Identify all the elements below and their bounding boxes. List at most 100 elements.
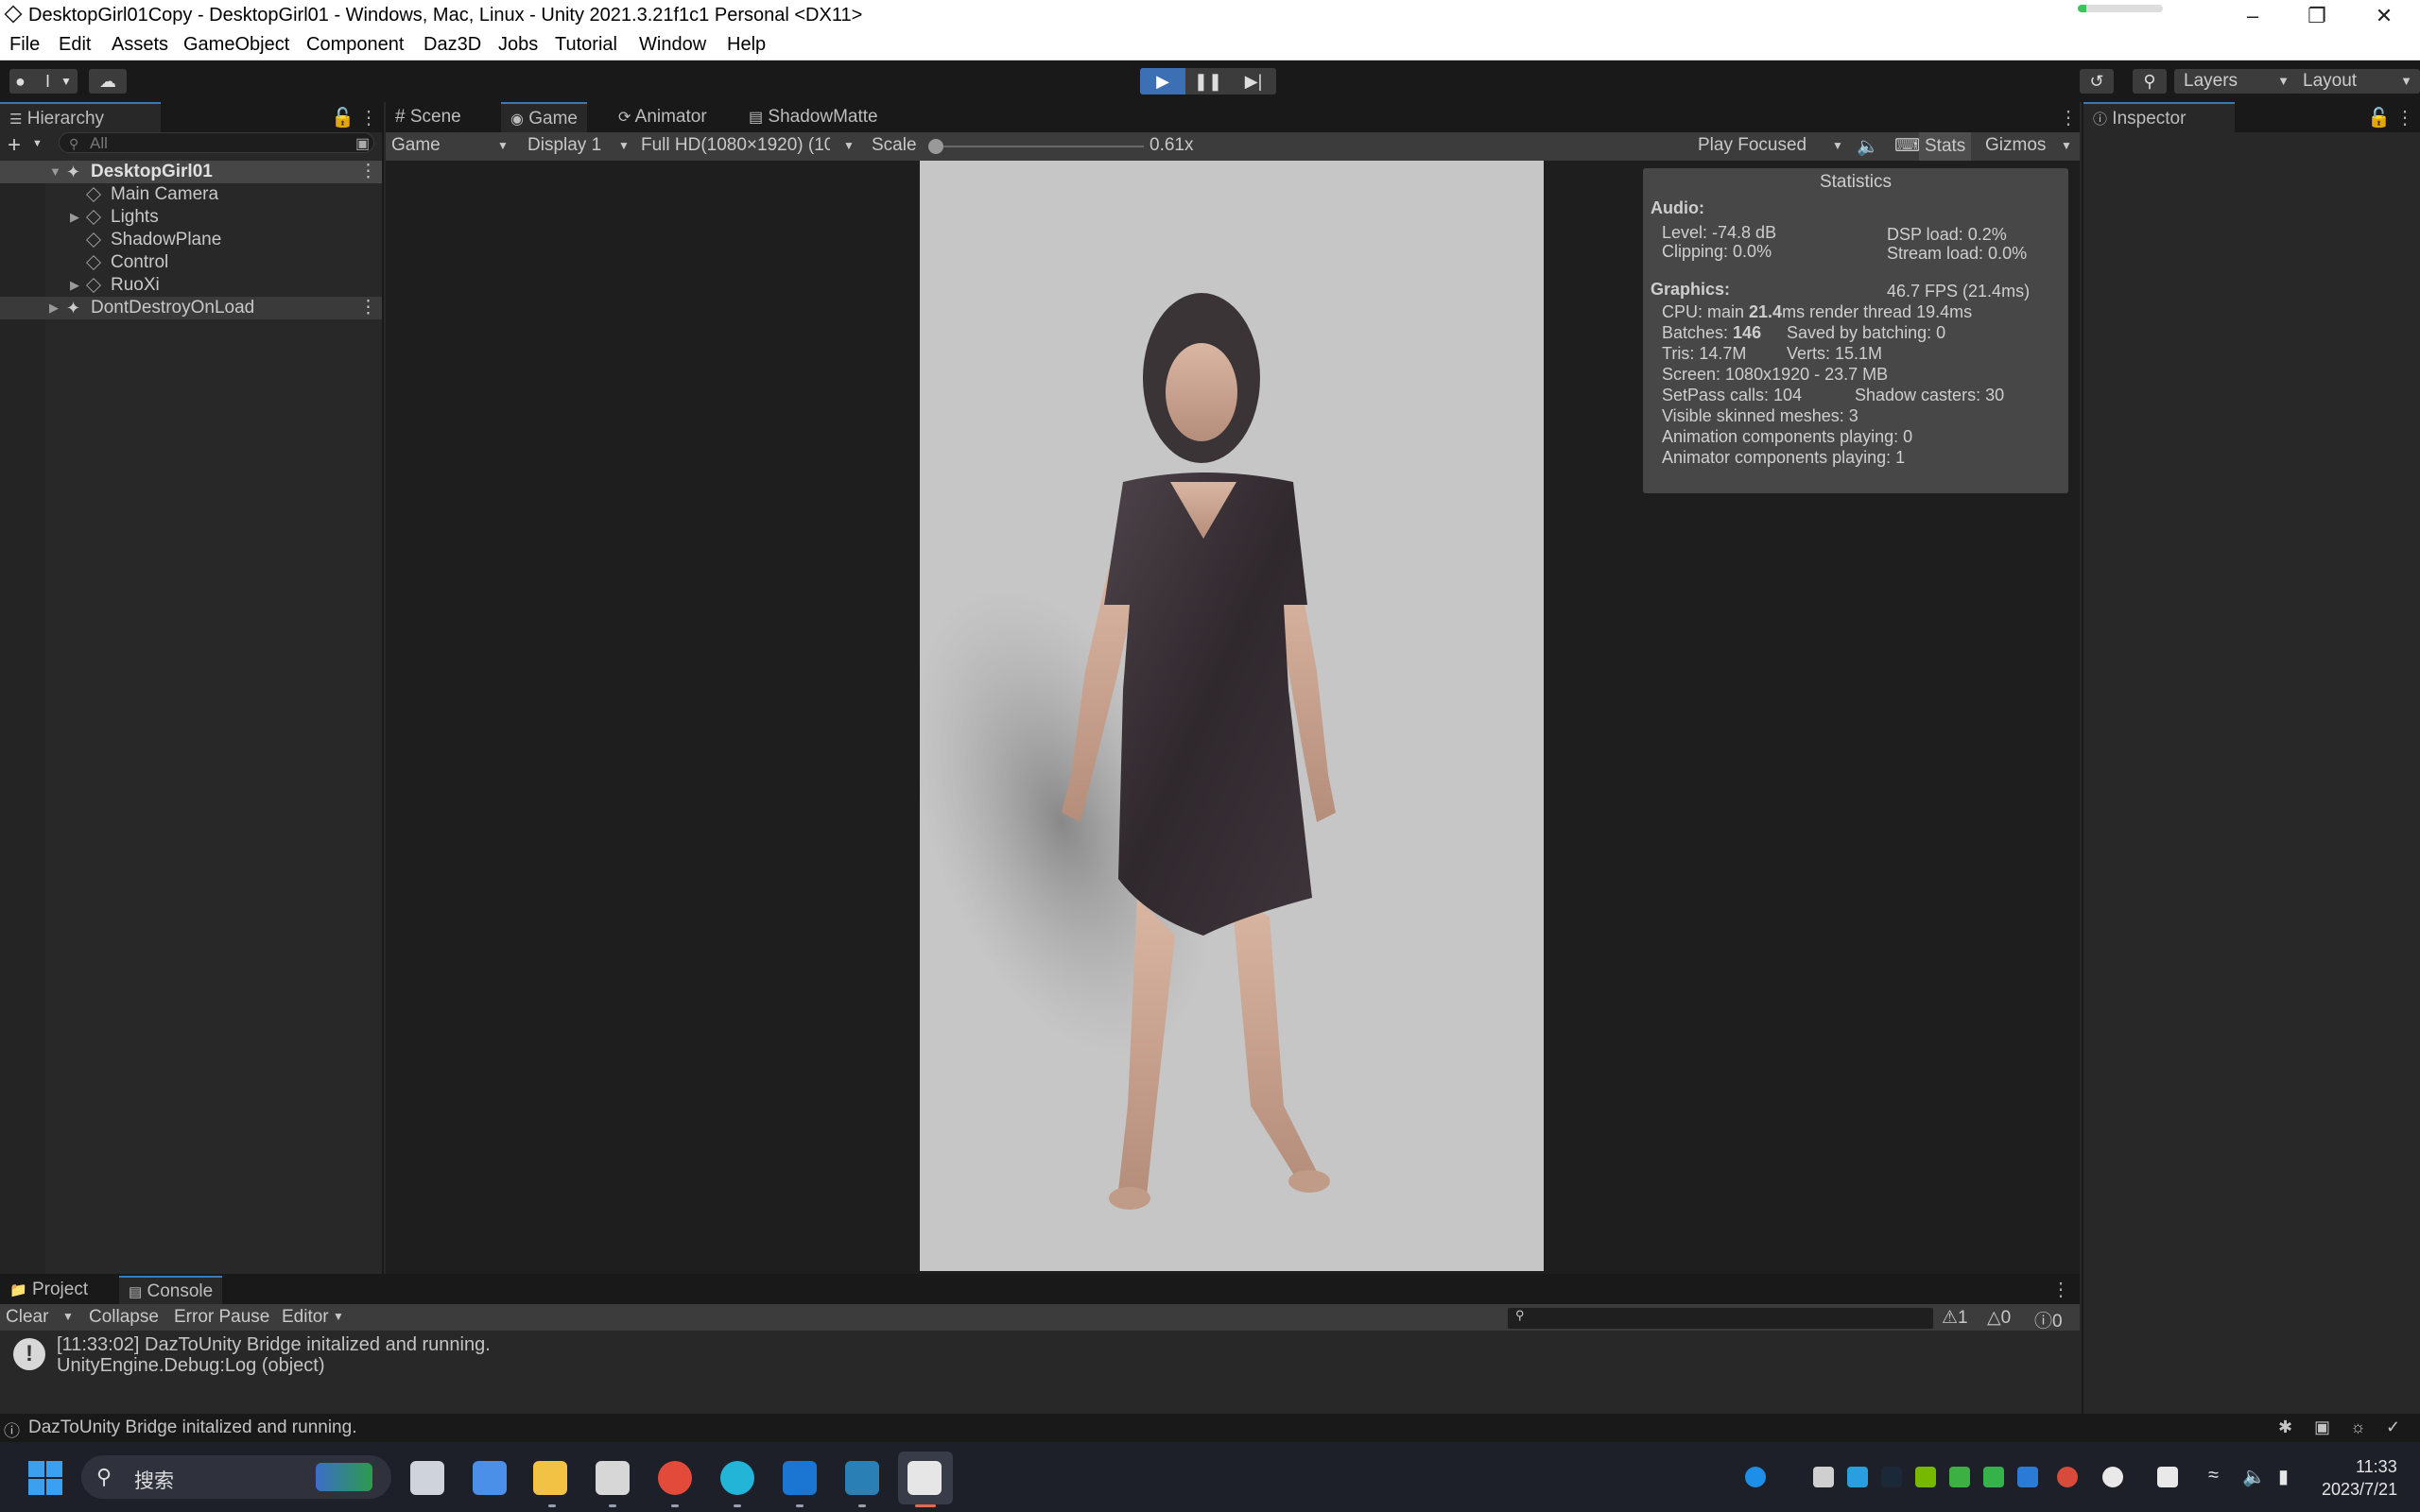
keyboard-icon[interactable]: ⌨ (1894, 135, 1920, 157)
close-button[interactable]: ✕ (2352, 0, 2416, 32)
cache-icon[interactable]: ▣ (2314, 1418, 2330, 1437)
console-log-entry[interactable]: ! [11:33:02] DazToUnity Bridge initalize… (0, 1332, 2080, 1380)
chrome-icon[interactable] (658, 1461, 692, 1495)
pause-button[interactable]: ❚❚ (1185, 68, 1231, 94)
play-focused-dropdown[interactable]: Play Focused (1698, 135, 1806, 156)
tray-close-icon[interactable] (2102, 1467, 2123, 1487)
tray-steam-icon[interactable] (1881, 1467, 1902, 1487)
more-options-icon[interactable]: ⋮ (2059, 106, 2078, 129)
error-count-toggle[interactable]: ⚠1 (1942, 1307, 1968, 1329)
search-button[interactable]: ⚲ (2133, 69, 2167, 94)
scene-visibility-icon[interactable]: ▣ (355, 134, 370, 153)
vscode-like-icon[interactable] (845, 1461, 879, 1495)
tray-nvidia-icon[interactable] (1915, 1467, 1936, 1487)
menu-gameobject[interactable]: GameObject (183, 34, 289, 56)
unity-editor-icon[interactable] (908, 1461, 942, 1495)
clear-button[interactable]: Clear (6, 1307, 48, 1328)
debug-icon[interactable]: ✱ (2278, 1418, 2292, 1437)
clock-time[interactable]: 11:33 (2356, 1457, 2397, 1477)
expand-arrow-icon[interactable]: ▶ (49, 297, 59, 319)
layout-dropdown[interactable]: Layout ▼ (2293, 69, 2420, 94)
scale-slider-track[interactable] (936, 146, 1144, 147)
collapse-button[interactable]: Collapse (89, 1307, 159, 1328)
minimize-button[interactable]: – (2221, 0, 2285, 32)
step-button[interactable]: ▶| (1231, 68, 1276, 94)
clock-date[interactable]: 2023/7/21 (2322, 1480, 2397, 1500)
more-options-icon[interactable]: ⋮ (359, 297, 377, 319)
start-button[interactable] (28, 1461, 62, 1495)
history-button[interactable]: ↺ (2080, 69, 2114, 94)
menu-component[interactable]: Component (306, 34, 404, 56)
menu-file[interactable]: File (9, 34, 40, 56)
taskbar-search[interactable]: ⚲ 搜索 (81, 1455, 391, 1499)
tab-hierarchy[interactable]: ☰ Hierarchy (0, 102, 161, 134)
hierarchy-item-main-camera[interactable]: Main Camera (0, 183, 382, 206)
unity-hub-icon[interactable] (596, 1461, 630, 1495)
file-explorer-icon[interactable] (533, 1461, 567, 1495)
tab-animator[interactable]: ⟳ Animator (609, 102, 717, 132)
tray-check-icon[interactable] (2157, 1467, 2178, 1487)
battery-icon[interactable]: ▮ (2278, 1465, 2289, 1488)
restore-button[interactable]: ❐ (2285, 0, 2349, 32)
warning-count-toggle[interactable]: △0 (1987, 1307, 2011, 1329)
lock-icon[interactable]: 🔓 (331, 106, 354, 129)
expand-arrow-icon[interactable]: ▶ (70, 274, 79, 297)
volume-icon[interactable]: 🔈 (2242, 1465, 2266, 1488)
game-viewport[interactable]: Statistics Audio: Level: -74.8 dB DSP lo… (386, 161, 2080, 1274)
hierarchy-search-input[interactable]: ⚲ All (59, 132, 374, 153)
more-options-icon[interactable]: ⋮ (359, 161, 377, 183)
stats-toggle-button[interactable]: Stats (1919, 132, 1972, 161)
browser-icon[interactable] (720, 1461, 754, 1495)
bluetooth-icon[interactable] (2017, 1467, 2038, 1487)
hierarchy-item-dontdestroyonload[interactable]: ▶ ✦ DontDestroyOnLoad ⋮ (0, 297, 382, 319)
tab-shadowmatte[interactable]: ▤ ShadowMatte (739, 102, 888, 132)
add-button[interactable]: + (8, 132, 21, 159)
tray-security-icon[interactable] (1949, 1467, 1970, 1487)
wifi-icon[interactable]: ≈ (2208, 1465, 2219, 1486)
hierarchy-item-lights[interactable]: ▶ Lights (0, 206, 382, 229)
chevron-down-icon[interactable]: ▼ (32, 138, 43, 149)
tab-project[interactable]: 📁 Project (0, 1276, 97, 1304)
tray-unity-icon[interactable] (1813, 1467, 1834, 1487)
account-button[interactable]: ● I ▼ (9, 69, 78, 94)
cloud-button[interactable]: ☁ (89, 69, 127, 94)
menu-edit[interactable]: Edit (59, 34, 91, 56)
status-message[interactable]: DazToUnity Bridge initalized and running… (28, 1418, 356, 1438)
lock-icon[interactable]: 🔓 (2367, 106, 2391, 129)
check-icon[interactable]: ✓ (2386, 1418, 2400, 1437)
resolution-dropdown[interactable]: Full HD(1080×1920) (10 (641, 135, 830, 156)
microphone-icon[interactable] (2057, 1467, 2078, 1487)
gizmos-dropdown[interactable]: Gizmos (1985, 135, 2046, 156)
expand-arrow-icon[interactable]: ▶ (70, 206, 79, 229)
more-options-icon[interactable]: ⋮ (2395, 106, 2414, 129)
chevron-down-icon[interactable]: ▼ (62, 1310, 74, 1323)
auto-generate-lighting-icon[interactable]: ☼ (2350, 1418, 2366, 1437)
hierarchy-item-desktopgirl01[interactable]: ▼ ✦ DesktopGirl01 ⋮ (0, 161, 382, 183)
menu-jobs[interactable]: Jobs (498, 34, 538, 56)
task-view-icon[interactable] (410, 1461, 444, 1495)
menu-tutorial[interactable]: Tutorial (555, 34, 617, 56)
more-options-icon[interactable]: ⋮ (2051, 1278, 2070, 1301)
tab-scene[interactable]: # Scene (386, 102, 471, 132)
menu-help[interactable]: Help (727, 34, 766, 56)
tray-feishu-icon[interactable] (1745, 1467, 1766, 1487)
app-icon[interactable] (783, 1461, 817, 1495)
menu-daz3d[interactable]: Daz3D (424, 34, 481, 56)
error-pause-button[interactable]: Error Pause (174, 1307, 269, 1328)
menu-assets[interactable]: Assets (112, 34, 168, 56)
display-dropdown[interactable]: Display 1 (527, 135, 601, 156)
feishu-icon[interactable] (473, 1461, 507, 1495)
expand-arrow-icon[interactable]: ▼ (49, 161, 61, 183)
play-button[interactable]: ▶ (1140, 68, 1185, 94)
hierarchy-item-shadowplane[interactable]: ShadowPlane (0, 229, 382, 251)
log-count-toggle[interactable]: ⓘ0 (2034, 1307, 2063, 1332)
hierarchy-item-control[interactable]: Control (0, 251, 382, 274)
game-mode-dropdown[interactable]: Game (391, 135, 441, 156)
mute-audio-icon[interactable]: 🔈 (1857, 135, 1879, 158)
tray-app-icon[interactable] (1847, 1467, 1868, 1487)
layers-dropdown[interactable]: Layers ▼ (2174, 69, 2297, 94)
editor-dropdown[interactable]: Editor (282, 1307, 329, 1328)
more-options-icon[interactable]: ⋮ (359, 106, 378, 129)
tab-inspector[interactable]: ⓘ Inspector (2083, 102, 2235, 134)
hierarchy-item-ruoxi[interactable]: ▶ RuoXi (0, 274, 382, 297)
